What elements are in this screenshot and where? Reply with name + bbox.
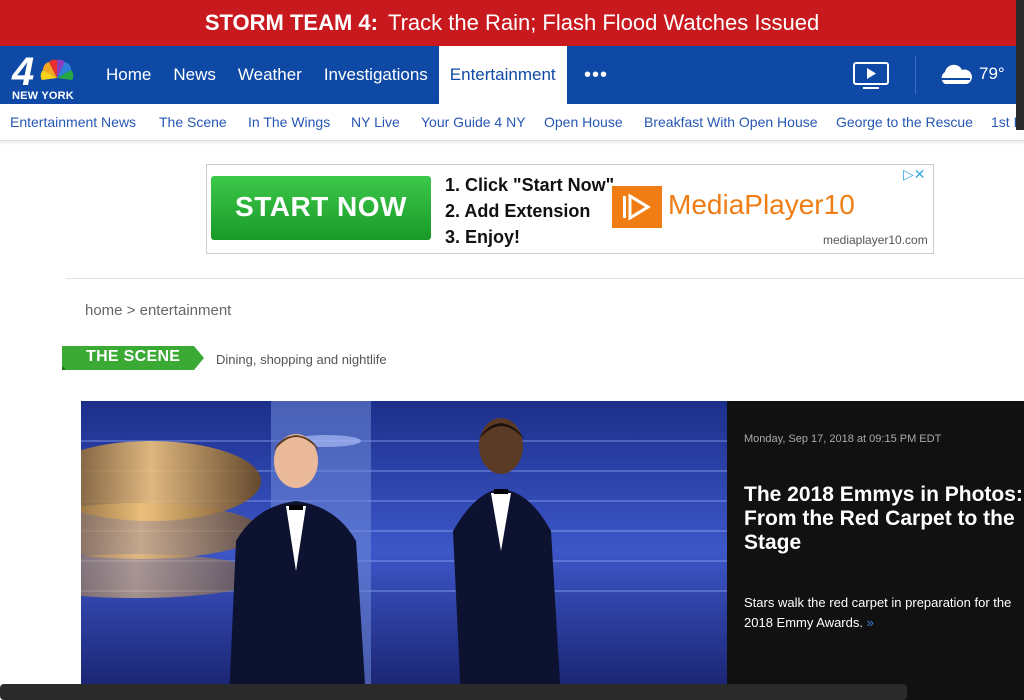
ad-step-2: 2. Add Extension — [445, 201, 591, 221]
logo-number: 4 — [12, 50, 35, 94]
nav-separator — [915, 56, 916, 94]
ad-steps: 1. Click "Start Now" 2. Add Extension 3.… — [445, 172, 614, 250]
nav-item-news[interactable]: News — [162, 46, 227, 104]
subnav-open-house[interactable]: Open House — [544, 114, 623, 130]
nav-item-investigations[interactable]: Investigations — [313, 46, 439, 104]
ad-brand-name: MediaPlayer10 — [668, 189, 855, 220]
alert-label: STORM TEAM 4: — [204, 10, 378, 35]
main-navbar: 4 NEW YORK Home News Weather Investigati… — [0, 46, 1024, 104]
content-divider — [66, 278, 1024, 279]
section-subtitle: Dining, shopping and nightlife — [216, 352, 387, 367]
hero-image[interactable] — [81, 401, 727, 700]
subnav-in-the-wings[interactable]: In The Wings — [248, 114, 330, 130]
ad-url: mediaplayer10.com — [823, 233, 928, 247]
mediaplayer-logo-icon — [612, 186, 662, 228]
nbc4-logo[interactable]: 4 NEW YORK — [10, 50, 80, 102]
vertical-scrollbar[interactable] — [1016, 0, 1024, 130]
subnav-the-scene[interactable]: The Scene — [159, 114, 227, 130]
advertisement-banner[interactable]: START NOW 1. Click "Start Now" 2. Add Ex… — [206, 164, 934, 254]
hero-description-text: Stars walk the red carpet in preparation… — [744, 595, 1012, 630]
ad-step-1: 1. Click "Start Now" — [445, 175, 615, 195]
hero-panel: Monday, Sep 17, 2018 at 09:15 PM EDT The… — [727, 401, 1024, 700]
nav-item-weather[interactable]: Weather — [227, 46, 313, 104]
more-menu-icon[interactable]: ••• — [584, 64, 608, 87]
horizontal-scrollbar[interactable] — [0, 684, 907, 700]
emmys-stage-photo — [81, 401, 727, 700]
subnav-your-guide[interactable]: Your Guide 4 NY — [421, 114, 526, 130]
section-tag-label[interactable]: THE SCENE — [86, 348, 180, 366]
storm-alert-bar[interactable]: STORM TEAM 4: Track the Rain; Flash Floo… — [0, 0, 1024, 46]
alert-text[interactable]: Track the Rain; Flash Flood Watches Issu… — [388, 10, 819, 36]
hero-description: Stars walk the red carpet in preparation… — [744, 593, 1024, 633]
breadcrumb[interactable]: home > entertainment — [85, 302, 231, 319]
ad-start-now-button[interactable]: START NOW — [211, 176, 431, 240]
nav-item-home[interactable]: Home — [95, 46, 162, 104]
subnav-george-rescue[interactable]: George to the Rescue — [836, 114, 973, 130]
nav-menu: Home News Weather Investigations Enterta… — [95, 46, 567, 104]
subnav-entertainment-news[interactable]: Entertainment News — [10, 114, 136, 130]
subnav-ny-live[interactable]: NY Live — [351, 114, 400, 130]
weather-temp[interactable]: 79° — [979, 64, 1005, 84]
subnav-breakfast-open-house[interactable]: Breakfast With Open House — [644, 114, 818, 130]
hero-title[interactable]: The 2018 Emmys in Photos: From the Red C… — [744, 483, 1024, 555]
ad-step-3: 3. Enjoy! — [445, 227, 521, 247]
nav-item-entertainment[interactable]: Entertainment — [438, 46, 567, 104]
tv-icon[interactable] — [853, 62, 889, 90]
adchoices-icon[interactable]: ▷✕ — [903, 166, 926, 183]
entertainment-subnav: Entertainment News The Scene In The Wing… — [0, 104, 1024, 141]
read-more-link[interactable]: » — [867, 615, 874, 630]
logo-city: NEW YORK — [12, 90, 74, 102]
cloud-icon[interactable] — [937, 64, 973, 86]
hero-date: Monday, Sep 17, 2018 at 09:15 PM EDT — [744, 433, 942, 445]
